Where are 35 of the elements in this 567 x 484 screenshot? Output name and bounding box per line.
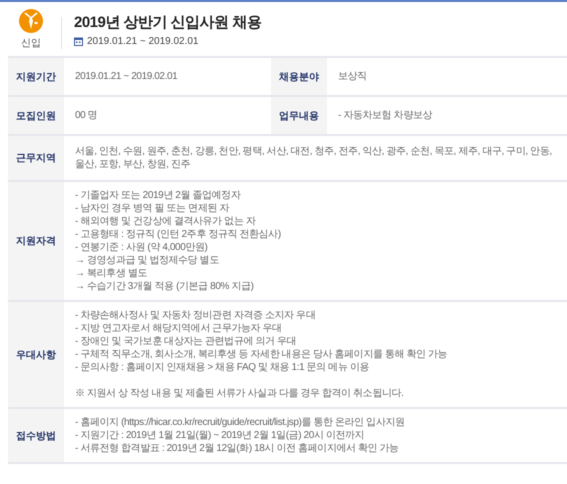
field-value: - 남자인 경우 병역 필 또는 면제된 자 <box>75 202 230 215</box>
field-value: 보상직 <box>338 70 368 83</box>
field-value: 2019.01.21 ~ 2019.02.01 <box>75 70 178 83</box>
field-value: - 해외여행 및 건강상에 결격사유가 없는 자 <box>75 215 257 228</box>
field-label: 업무내용 <box>271 97 327 134</box>
field-value: → 경영성과급 및 법정제수당 별도 <box>75 254 220 267</box>
field-value: → 복리후생 별도 <box>75 267 148 280</box>
field-value: - 고용형태 : 정규직 (인턴 2주후 정규직 전환심사) <box>75 228 282 241</box>
job-title: 2019년 상반기 신입사원 채용 <box>74 13 262 32</box>
field-value: - 차량손해사정사 및 자동차 정비관련 자격증 소지자 우대 <box>75 309 316 322</box>
calendar-icon <box>74 37 83 46</box>
field-label: 지원자격 <box>8 182 64 300</box>
field-value: - 지원기간 : 2019년 1월 21일(월) ~ 2019년 2월 1일(금) 20시 이전까지 <box>75 429 366 442</box>
field-label: 접수방법 <box>8 409 64 462</box>
period-text: 2019.01.21 ~ 2019.02.01 <box>87 36 198 47</box>
field-label: 우대사항 <box>8 302 64 407</box>
field-value: - 기졸업자 또는 2019년 2월 졸업예정자 <box>75 189 242 202</box>
field-value: 서울, 인천, 수원, 원주, 춘천, 강릉, 천안, 평택, 서산, 대전, 청주, 전주, 익산, 광주, 순천, 목포, 제주, 대구, 구미, 안동, 울산, 포항, 부산, 창원, 진주 <box>75 145 553 171</box>
field-value: → 수습기간 3개월 적용 (기본급 80% 지급) <box>75 280 255 293</box>
field-value: - 구체적 직무소개, 회사소개, 복리후생 등 자세한 내용은 당사 홈페이지를 통해 확인 가능 <box>75 348 448 361</box>
field-label: 모집인원 <box>8 97 64 134</box>
field-label: 근무지역 <box>8 136 64 180</box>
field-value: 00 명 <box>75 109 98 122</box>
field-value: - 연봉기준 : 사원 (약 4,000만원) <box>75 241 208 254</box>
field-value: - 지방 연고자로서 해당지역에서 근무가능자 우대 <box>75 322 283 335</box>
field-label: 지원기간 <box>8 58 64 95</box>
field-value: - 자동차보험 차량보상 <box>338 109 434 122</box>
note-text: ※ 지원서 상 작성 내용 및 제출된 서류가 사실과 다를 경우 합격이 취소됩니다. <box>75 387 405 400</box>
field-value: - 홈페이지 (https://hicar.co.kr/recruit/guide/recruit/list.jsp)를 통한 온라인 입사지원 <box>75 416 406 429</box>
field-label: 채용분야 <box>271 58 327 95</box>
field-value: - 장애인 및 국가보훈 대상자는 관련법규에 의거 우대 <box>75 335 298 348</box>
field-value: - 문의사항 : 홈페이지 인재채용 > 채용 FAQ 및 채용 1:1 문의 메뉴 이용 <box>75 361 370 374</box>
badge-label: 신입 <box>21 37 41 50</box>
necktie-icon <box>19 9 43 33</box>
field-value: - 서류전형 합격발표 : 2019년 2월 12일(화) 18시 이전 홈페이지에서 확인 가능 <box>75 442 400 455</box>
